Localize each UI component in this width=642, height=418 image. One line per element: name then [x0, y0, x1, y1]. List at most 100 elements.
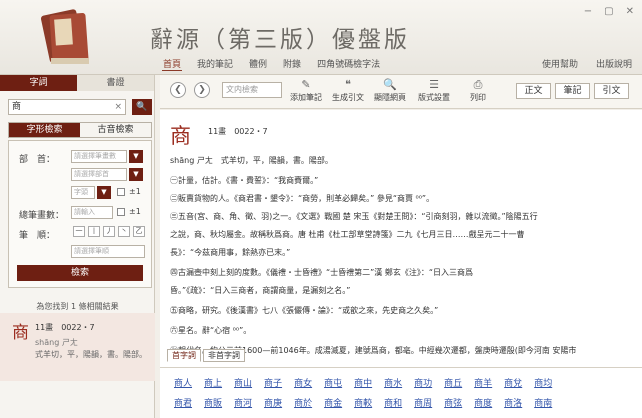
nav-help[interactable]: 使用幫助 — [542, 57, 578, 70]
minimize-icon[interactable]: − — [584, 6, 592, 17]
word-link[interactable]: 商子 — [264, 376, 282, 389]
stroke-button-zhe[interactable]: 乙 — [133, 226, 145, 237]
word-link[interactable]: 商人 — [174, 376, 192, 389]
app-title: 辭源（第三版）優盤版 — [150, 27, 410, 53]
radical-stroke-select[interactable]: 請選擇筆畫數 — [71, 150, 127, 163]
nav-four-corner[interactable]: 四角號碼檢字法 — [316, 57, 381, 71]
app-header: 辭源（第三版）優盤版 首頁 我的筆記 體例 附錄 四角號碼檢字法 使用幫助 出版… — [0, 0, 642, 75]
search-doc-icon: 🔍 — [383, 78, 397, 91]
word-link[interactable]: 商羊 — [474, 376, 492, 389]
word-link[interactable]: 商於 — [294, 396, 312, 409]
stroke-button-pie[interactable]: 丿 — [103, 226, 115, 237]
word-link[interactable]: 商河 — [234, 396, 252, 409]
word-link[interactable]: 商屯 — [324, 376, 342, 389]
word-link[interactable]: 商上 — [204, 376, 222, 389]
forward-icon[interactable]: ❯ — [194, 82, 210, 98]
sense-line: 昏。”《疏》：“日入三商者，商謂商量，是漏刻之名。” — [170, 286, 351, 295]
word-link[interactable]: 商水 — [384, 376, 402, 389]
plus-minus-checkbox[interactable] — [117, 188, 125, 196]
word-link[interactable]: 商君 — [174, 396, 192, 409]
tab-non-first-char-words[interactable]: 非首字詞 — [203, 349, 245, 362]
word-link[interactable]: 商南 — [534, 396, 552, 409]
result-pinyin: shāng ㄕㄤ — [35, 338, 78, 347]
word-link[interactable]: 商均 — [534, 376, 552, 389]
plus-minus-label: ±1 — [129, 187, 141, 196]
search-input[interactable]: 商 × — [8, 99, 126, 115]
tab-first-char-words[interactable]: 首字詞 — [167, 349, 201, 362]
sense-line: ㊃古漏壺中刻上刻的度數。《儀禮・士昏禮》“士昏禮第二”漢 鄭玄《注》：“日入三商… — [170, 268, 473, 277]
word-link[interactable]: 商和 — [384, 396, 402, 409]
stroke-order-input[interactable]: 請選擇筆順 — [71, 245, 145, 258]
search-go-button[interactable]: 檢索 — [17, 265, 143, 281]
word-list: 商人 商上 商山 商子 商女 商屯 商中 商水 商功 商丘 商羊 商兌 商均 商… — [160, 367, 642, 418]
clear-icon[interactable]: × — [114, 100, 122, 114]
word-row: 商人 商上 商山 商子 商女 商屯 商中 商水 商功 商丘 商羊 商兌 商均 — [174, 376, 552, 389]
tab-citations[interactable]: 書證 — [77, 75, 154, 91]
search-mode-tabs: 字形檢索 古音檢索 — [8, 122, 152, 138]
text-search-input[interactable]: 文内檢索 — [222, 82, 282, 98]
sense-line: ㊁販賣貨物的人。《商君書・墾令》：“商勞，則革必歸矣。” 參見“商賈 ⁰⁰”。 — [170, 194, 435, 203]
quote-icon: ❝ — [345, 78, 351, 91]
stroke-button-dian[interactable]: 丶 — [118, 226, 130, 237]
layout-settings-button[interactable]: ☰ 版式設置 — [418, 78, 450, 103]
word-link[interactable]: 商庚 — [264, 396, 282, 409]
stroke-button-heng[interactable]: 一 — [73, 226, 85, 237]
print-button[interactable]: ⎙ 列印 — [470, 78, 486, 103]
tab-ancient-sound-search[interactable]: 古音檢索 — [80, 123, 151, 137]
left-tabs: 字詞 書證 — [0, 75, 154, 91]
search-button[interactable]: 🔍 — [132, 99, 152, 115]
tab-notes[interactable]: 筆記 — [555, 83, 590, 99]
word-link[interactable]: 商中 — [354, 376, 372, 389]
result-meta: 11畫 0022・7 — [35, 323, 95, 332]
tab-text[interactable]: 正文 — [516, 83, 551, 99]
chevron-down-icon[interactable]: ▼ — [129, 168, 143, 181]
radical-label: 部 首： — [19, 155, 56, 165]
sense-line: 之說，商、秋均屬金。故稱秋爲商。唐 杜甫《杜工部草堂詩箋》二九《七月三日……戲呈… — [170, 230, 525, 239]
total-strokes-input[interactable]: 請輸入 — [71, 206, 113, 219]
nav-home[interactable]: 首頁 — [162, 57, 183, 71]
print-icon: ⎙ — [473, 78, 483, 91]
nav-publication-notes[interactable]: 出版說明 — [596, 57, 632, 70]
tab-words[interactable]: 字詞 — [0, 75, 77, 91]
word-link[interactable]: 商丘 — [444, 376, 462, 389]
generate-quote-button[interactable]: ❝ 生成引文 — [332, 78, 364, 103]
remaining-strokes-select[interactable]: 字頭 — [71, 186, 95, 199]
word-link[interactable]: 商金 — [324, 396, 342, 409]
word-link[interactable]: 商功 — [414, 376, 432, 389]
word-link[interactable]: 商較 — [354, 396, 372, 409]
nav-my-notes[interactable]: 我的筆記 — [196, 57, 234, 71]
result-char: 商 — [12, 323, 29, 343]
left-panel: 字詞 書證 商 × 🔍 字形檢索 古音檢索 部 首： 請選擇筆畫數 ▼ 請選擇部… — [0, 75, 155, 418]
chevron-down-icon[interactable]: ▼ — [97, 186, 111, 199]
nav-appendix[interactable]: 附錄 — [282, 57, 302, 71]
word-link[interactable]: 商度 — [474, 396, 492, 409]
stroke-order-label: 筆 順： — [19, 231, 56, 241]
total-plus-minus-checkbox[interactable] — [117, 208, 125, 216]
word-link[interactable]: 商山 — [234, 376, 252, 389]
pronunciation-line: shāng ㄕㄤ 式羊切，平，陽韻，書。陽部。 — [170, 156, 333, 165]
word-link[interactable]: 商洛 — [504, 396, 522, 409]
headword-meta: 11畫 0022・7 — [208, 127, 268, 136]
word-link[interactable]: 商販 — [204, 396, 222, 409]
headword: 商 — [170, 124, 191, 148]
toggle-page-button[interactable]: 🔍 顯隱網頁 — [374, 78, 406, 103]
sense-line: ㊀計量，估計。《書・費誓》：“我商賚爾。” — [170, 176, 319, 185]
radical-select[interactable]: 請選擇部首 — [71, 168, 127, 181]
nav-style[interactable]: 體例 — [248, 57, 268, 71]
word-link[interactable]: 商弦 — [444, 396, 462, 409]
tab-glyph-search[interactable]: 字形檢索 — [9, 123, 80, 137]
sense-line: 長》：“今茲商用事，餘熱亦已末。” — [170, 248, 291, 257]
stroke-button-shu[interactable]: 丨 — [88, 226, 100, 237]
word-link[interactable]: 商周 — [414, 396, 432, 409]
add-note-button[interactable]: ✎ 添加筆記 — [290, 78, 322, 103]
back-icon[interactable]: ❮ — [170, 82, 186, 98]
result-item[interactable]: 商 11畫 0022・7 shāng ㄕㄤ 式羊切，平，陽韻，書。陽部。 — [0, 313, 155, 381]
toolbar: ❮ ❯ 文内檢索 ✎ 添加筆記 ❝ 生成引文 🔍 顯隱網頁 ☰ 版式設置 ⎙ 列印 正文 … — [160, 75, 642, 109]
chevron-down-icon[interactable]: ▼ — [129, 150, 143, 163]
word-link[interactable]: 商兌 — [504, 376, 522, 389]
word-tabs: 首字詞 非首字詞 — [167, 349, 247, 362]
close-icon[interactable]: ✕ — [626, 6, 634, 17]
word-link[interactable]: 商女 — [294, 376, 312, 389]
tab-quotes[interactable]: 引文 — [594, 83, 629, 99]
maximize-icon[interactable]: ▢ — [604, 6, 613, 17]
